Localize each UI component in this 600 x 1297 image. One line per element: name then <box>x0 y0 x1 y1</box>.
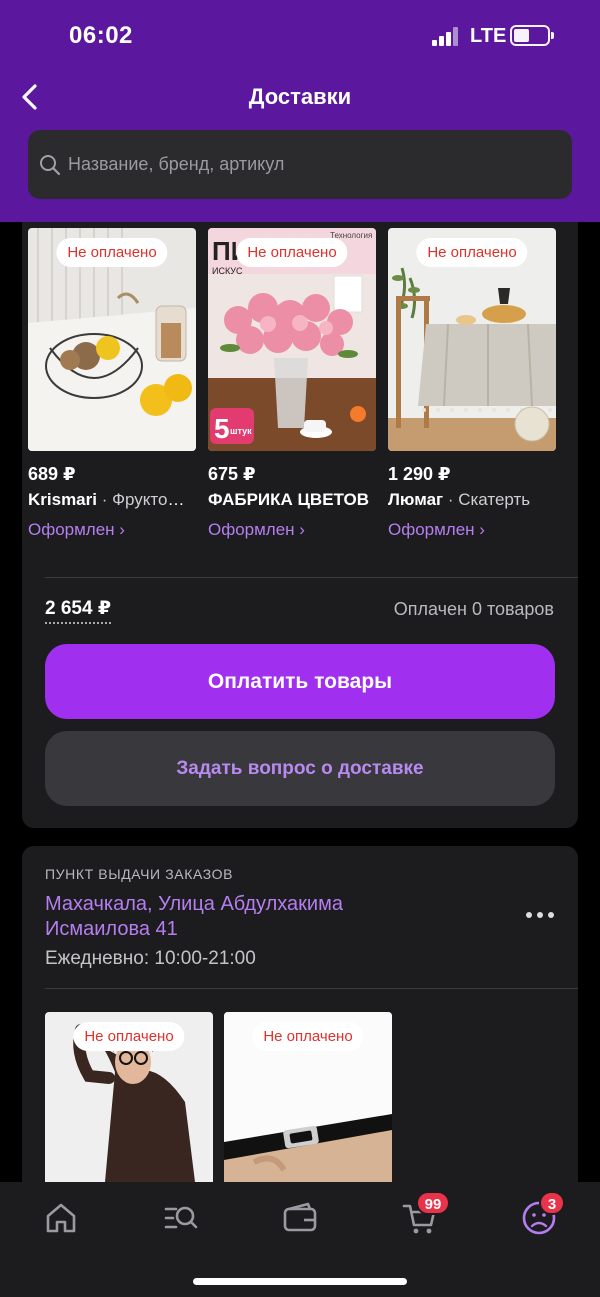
home-icon[interactable] <box>41 1198 81 1238</box>
item-price: 1 290 ₽ <box>388 464 451 484</box>
search-icon <box>40 155 61 176</box>
product-image-flowers[interactable]: ПИ ИСКУС Технология 5 штук Не оплачено <box>208 228 376 451</box>
catalog-search-icon[interactable] <box>161 1198 201 1238</box>
item-price: 689 ₽ <box>28 464 76 484</box>
product-image-top[interactable]: Не оплачено <box>45 1012 213 1182</box>
battery-icon <box>510 25 554 46</box>
cart-count-badge: 99 <box>416 1191 450 1215</box>
item-status-link[interactable]: Оформлен › <box>28 520 125 540</box>
item-name: · Скатерть <box>443 490 531 509</box>
product-image-belt[interactable]: Не оплачено <box>224 1012 392 1182</box>
pickup-point-label: ПУНКТ ВЫДАЧИ ЗАКАЗОВ <box>45 866 234 882</box>
network-label: LTE <box>470 25 507 47</box>
status-bar: 06:02 LTE <box>0 0 600 70</box>
item-name: · Фруктовница <box>101 490 193 509</box>
item-brand: ФАБРИКА ЦВЕТОВ <box>208 490 370 509</box>
divider <box>45 988 578 989</box>
unpaid-badge: Не оплачено <box>252 1022 364 1051</box>
item-status-link[interactable]: Оформлен › <box>208 520 305 540</box>
product-image-fruit-basket[interactable]: Не оплачено <box>28 228 196 451</box>
ask-delivery-question-button[interactable]: Задать вопрос о доставке <box>45 731 555 806</box>
item-brand: Люмаг <box>388 490 444 509</box>
search-bar[interactable] <box>28 130 572 199</box>
bottom-tab-bar: 99 3 <box>0 1182 600 1297</box>
promo-count-text: 5 <box>214 413 230 444</box>
app-header: 06:02 LTE Доставки <box>0 0 600 222</box>
signal-icon <box>432 26 460 46</box>
paid-summary: Оплачен 0 товаров <box>393 599 554 619</box>
more-options-icon[interactable] <box>526 912 556 920</box>
product-image-tablecloth[interactable]: Не оплачено <box>388 228 556 451</box>
profile-notification-badge: 3 <box>539 1191 565 1215</box>
promo-count-unit-text: штук <box>230 426 252 436</box>
unpaid-badge: Не оплачено <box>73 1022 185 1051</box>
home-indicator <box>193 1278 407 1285</box>
item-status-link[interactable]: Оформлен › <box>388 520 485 540</box>
unpaid-badge: Не оплачено <box>56 238 168 267</box>
unpaid-badge: Не оплачено <box>236 238 348 267</box>
order-card: Не оплачено ПИ ИСКУС Технология 5 штук Н… <box>22 222 578 828</box>
item-title[interactable]: Люмаг · Скатерть <box>388 490 553 510</box>
divider <box>45 577 578 578</box>
wallet-icon[interactable] <box>280 1198 320 1238</box>
item-brand: Krismari <box>28 490 97 509</box>
unpaid-badge: Не оплачено <box>416 238 528 267</box>
order-total[interactable]: 2 654 ₽ <box>45 597 112 624</box>
pay-items-button[interactable]: Оплатить товары <box>45 644 555 719</box>
item-price: 675 ₽ <box>208 464 256 484</box>
page-title: Доставки <box>248 84 352 109</box>
search-input[interactable] <box>68 130 558 199</box>
clock: 06:02 <box>69 22 133 49</box>
pickup-hours: Ежедневно: 10:00-21:00 <box>45 948 256 969</box>
item-title[interactable]: Krismari · Фруктовница <box>28 490 193 510</box>
pickup-address-link[interactable]: Махачкала, Улица Абдулхакима Исмаилова 4… <box>45 892 445 942</box>
promo-subtitle-text: ИСКУС <box>212 266 243 276</box>
item-title[interactable]: ФАБРИКА ЦВЕТОВ <box>208 490 373 510</box>
